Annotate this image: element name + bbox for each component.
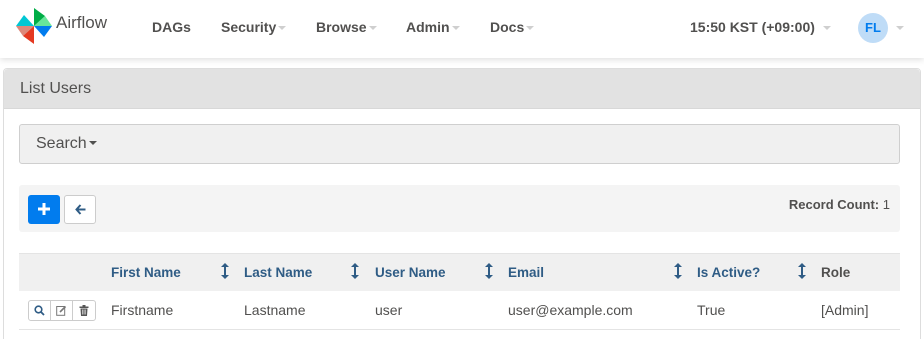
nav-docs[interactable]: Docs (490, 19, 535, 35)
nav-admin-label: Admin (406, 19, 450, 35)
plus-icon (38, 203, 50, 215)
cell-is-active: True (697, 302, 726, 318)
nav-security-label: Security (221, 19, 277, 35)
nav-dags[interactable]: DAGs (152, 19, 191, 35)
sort-icon[interactable] (484, 263, 494, 279)
actions-bar: Record Count: 1 (19, 185, 900, 232)
nav-browse-label: Browse (316, 19, 367, 35)
users-table: First Name Last Name User Name Email Is … (19, 253, 900, 330)
record-count: Record Count: 1 (789, 197, 890, 212)
nav-admin[interactable]: Admin (406, 19, 460, 35)
show-record-button[interactable] (29, 301, 51, 320)
trash-icon (79, 305, 89, 316)
record-count-label: Record Count: (788, 197, 880, 212)
table-row: Firstname Lastname user user@example.com… (19, 291, 900, 330)
sort-icon[interactable] (797, 263, 807, 279)
timezone-dropdown[interactable]: 15:50 KST (+09:00) (690, 19, 831, 35)
brand-link[interactable]: Airflow (12, 4, 107, 48)
nav-dags-label: DAGs (152, 19, 191, 35)
search-label: Search (36, 135, 87, 152)
search-toggle[interactable]: Search (19, 124, 900, 164)
chevron-down-icon (368, 26, 377, 31)
brand-name: Airflow (56, 13, 108, 32)
add-user-button[interactable] (28, 195, 60, 224)
column-header-last-name[interactable]: Last Name (244, 265, 312, 280)
delete-record-button[interactable] (73, 301, 95, 320)
navbar: Airflow DAGs Security Browse Admin Docs … (0, 0, 924, 58)
nav-browse[interactable]: Browse (316, 19, 377, 35)
sort-icon[interactable] (220, 263, 230, 279)
chevron-down-icon (278, 26, 287, 31)
column-header-first-name[interactable]: First Name (111, 265, 181, 280)
column-header-is-active[interactable]: Is Active? (697, 265, 760, 280)
caret-down-icon (88, 140, 97, 145)
cell-user-name: user (375, 302, 403, 318)
back-button[interactable] (64, 195, 96, 224)
nav-docs-label: Docs (490, 19, 525, 35)
timezone-label: 15:50 KST (+09:00) (690, 19, 815, 35)
sort-icon[interactable] (673, 263, 683, 279)
search-icon (34, 305, 45, 316)
column-header-email[interactable]: Email (508, 265, 544, 280)
table-header: First Name Last Name User Name Email Is … (19, 253, 900, 291)
cell-role: [Admin] (821, 302, 869, 318)
edit-icon (56, 305, 67, 316)
sort-icon[interactable] (350, 263, 360, 279)
chevron-down-icon (526, 26, 535, 31)
user-avatar[interactable]: FL (858, 13, 888, 43)
record-count-value: 1 (882, 197, 890, 212)
cell-last-name: Lastname (244, 302, 306, 318)
edit-record-button[interactable] (51, 301, 73, 320)
chevron-down-icon (451, 26, 460, 31)
column-header-role: Role (821, 265, 851, 280)
column-header-user-name[interactable]: User Name (375, 265, 446, 280)
row-action-group (28, 300, 96, 321)
airflow-logo-icon (16, 8, 52, 44)
arrow-left-icon (74, 204, 85, 215)
cell-first-name: Firstname (111, 302, 174, 318)
nav-security[interactable]: Security (221, 19, 287, 35)
cell-email: user@example.com (508, 302, 633, 318)
panel-title: List Users (4, 69, 920, 109)
chevron-down-icon (822, 26, 831, 31)
user-menu-chevron-icon[interactable] (896, 26, 904, 30)
